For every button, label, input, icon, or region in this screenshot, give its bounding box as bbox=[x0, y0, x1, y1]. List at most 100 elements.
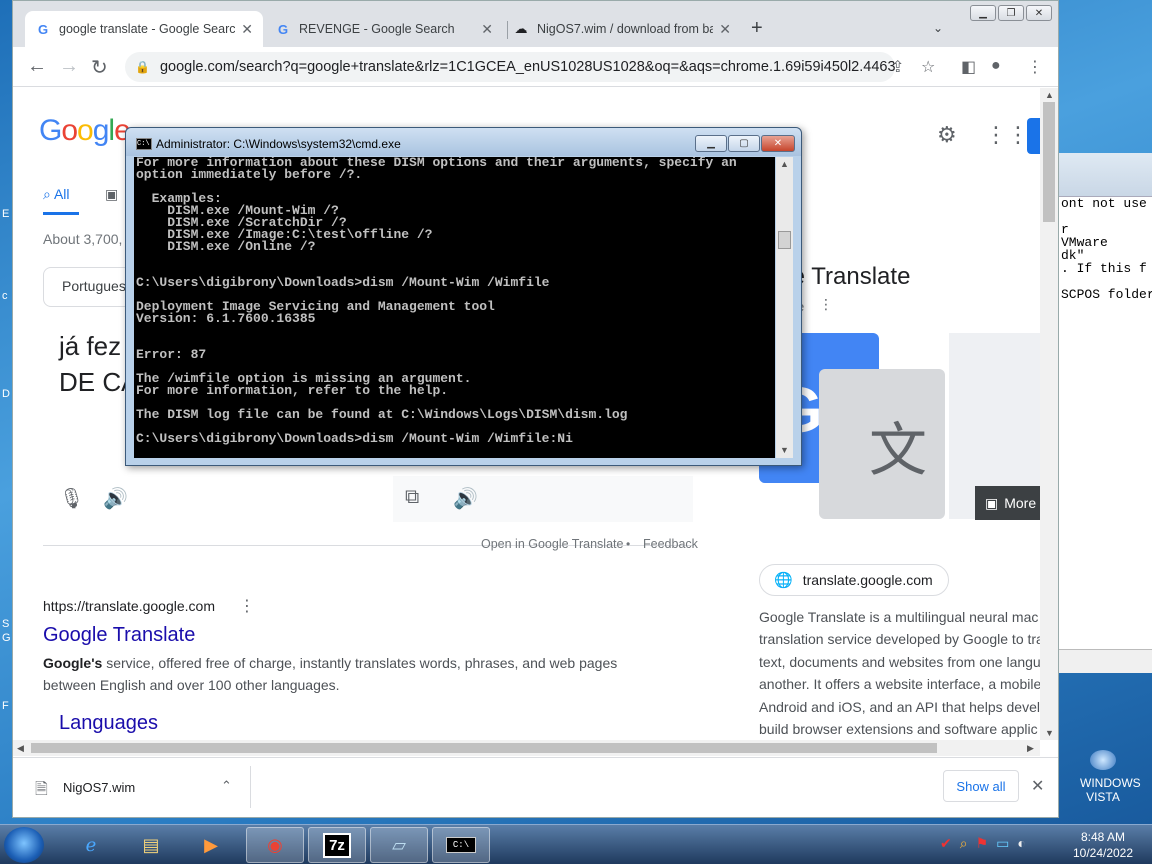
lock-icon: 🔒 bbox=[135, 60, 150, 74]
new-tab-icon[interactable]: + bbox=[751, 17, 763, 40]
sign-in-button[interactable] bbox=[1027, 118, 1040, 154]
kebab-menu-icon[interactable]: ⋮ bbox=[239, 596, 255, 616]
globe-icon: 🌐 bbox=[774, 572, 793, 589]
address-bar[interactable]: 🔒 google.com/search?q=google+translate&r… bbox=[125, 52, 895, 82]
close-window-icon[interactable]: ✕ bbox=[761, 135, 795, 152]
vista-label: VISTA bbox=[1086, 790, 1120, 804]
result-title-link[interactable]: Google Translate bbox=[43, 624, 195, 647]
notepad-icon[interactable]: ▱ bbox=[370, 827, 428, 863]
start-orb-button[interactable] bbox=[4, 827, 44, 863]
console-output[interactable]: For more information about these DISM op… bbox=[134, 157, 775, 458]
network-icon[interactable]: ▭ bbox=[996, 835, 1009, 852]
checkmark-icon[interactable]: ✔ bbox=[940, 835, 952, 852]
scroll-thumb[interactable] bbox=[1043, 102, 1055, 222]
magnifier-icon[interactable]: ⌕ bbox=[960, 835, 968, 852]
scroll-down-icon[interactable]: ▼ bbox=[1045, 728, 1054, 738]
desktop-icon-label: D bbox=[2, 388, 10, 400]
bookmark-star-icon[interactable]: ☆ bbox=[921, 57, 935, 77]
notepad-titlebar[interactable] bbox=[1059, 153, 1152, 197]
back-arrow-icon[interactable]: ← bbox=[27, 55, 47, 78]
result-url[interactable]: https://translate.google.com bbox=[43, 598, 215, 614]
cmd-window[interactable]: C:\ Administrator: C:\Windows\system32\c… bbox=[125, 127, 802, 466]
scroll-left-icon[interactable]: ◀ bbox=[17, 743, 24, 754]
clock-time: 8:48 AM bbox=[1080, 830, 1126, 844]
speaker-icon[interactable]: 🔊 bbox=[103, 486, 128, 511]
scroll-right-icon[interactable]: ▶ bbox=[1027, 743, 1034, 754]
share-icon[interactable]: ⇪ bbox=[891, 57, 904, 77]
microphone-icon[interactable]: 🎙 bbox=[59, 486, 84, 511]
scroll-up-icon[interactable]: ▲ bbox=[780, 159, 789, 169]
windows-vista-logo[interactable]: WINDOWS VISTA bbox=[1080, 750, 1141, 804]
close-tab-icon[interactable]: ✕ bbox=[481, 21, 493, 38]
copy-icon[interactable]: ⧉ bbox=[405, 486, 419, 509]
volume-icon[interactable]: ◐ bbox=[1017, 835, 1025, 852]
7zip-icon[interactable]: 7z bbox=[308, 827, 366, 863]
feedback-link[interactable]: Feedback bbox=[643, 537, 698, 551]
restore-icon[interactable]: ❐ bbox=[998, 5, 1024, 21]
side-panel-icon[interactable]: ◧ bbox=[961, 57, 976, 77]
close-window-icon[interactable]: ✕ bbox=[1026, 5, 1052, 21]
google-logo[interactable]: Google bbox=[39, 114, 131, 148]
speaker-icon[interactable]: 🔊 bbox=[453, 486, 478, 511]
image-icon[interactable]: ▣ bbox=[105, 186, 118, 203]
cmd-icon[interactable]: C:\ bbox=[432, 827, 490, 863]
system-clock[interactable]: 8:48 AM 10/24/2022 bbox=[1068, 829, 1138, 861]
search-tab-all[interactable]: ⌕ All bbox=[43, 186, 70, 203]
profile-avatar-icon[interactable]: ● bbox=[991, 57, 1001, 75]
tab-nigos7-download[interactable]: ☁ NigOS7.wim / download from ba ✕ bbox=[503, 11, 741, 47]
chevron-down-icon[interactable]: ⌄ bbox=[933, 21, 943, 35]
desktop-icon-label: c bbox=[2, 290, 8, 302]
show-all-button[interactable]: Show all bbox=[943, 770, 1019, 802]
sitelink-languages[interactable]: Languages bbox=[59, 712, 158, 735]
minimize-icon[interactable]: ▁ bbox=[970, 5, 996, 21]
chrome-icon[interactable]: ◉ bbox=[246, 827, 304, 863]
vertical-scrollbar[interactable]: ▲ ▼ bbox=[1040, 88, 1058, 740]
kebab-menu-icon[interactable]: ⋮ bbox=[819, 296, 833, 313]
horizontal-scrollbar[interactable]: ◀ ▶ bbox=[13, 740, 1040, 756]
vista-orb-icon bbox=[1090, 750, 1116, 770]
tab-revenge[interactable]: G REVENGE - Google Search ✕ bbox=[265, 11, 503, 47]
cmd-scrollbar[interactable]: ▲ ▼ bbox=[776, 157, 793, 458]
chevron-up-icon[interactable]: ⌃ bbox=[221, 778, 232, 794]
open-in-translate-link[interactable]: Open in Google Translate bbox=[481, 537, 623, 551]
more-images-button[interactable]: ▣ More bbox=[975, 486, 1040, 520]
apps-grid-icon[interactable]: ⋮⋮ bbox=[985, 122, 1029, 148]
7zip-label: 7z bbox=[323, 832, 351, 858]
tab-title: google translate - Google Search bbox=[59, 22, 236, 36]
forward-arrow-icon[interactable]: → bbox=[59, 55, 79, 78]
desktop-icon-label: F bbox=[2, 700, 9, 712]
notepad-text[interactable]: ont not use r VMware dk" . If this f SCP… bbox=[1059, 197, 1152, 301]
desktop-icon-label: E bbox=[2, 208, 10, 220]
notepad-window[interactable]: ont not use r VMware dk" . If this f SCP… bbox=[1058, 153, 1152, 673]
cmd-icon: C:\ bbox=[136, 138, 152, 150]
scroll-thumb[interactable] bbox=[778, 231, 791, 249]
website-chip[interactable]: 🌐 translate.google.com bbox=[759, 564, 949, 596]
taskbar: ℯ ▤ ▶ ◉ 7z ▱ C:\ ✔ ⌕ ⚑ ▭ ◐ 8:48 AM 10/24… bbox=[0, 824, 1152, 864]
file-explorer-icon[interactable]: ▤ bbox=[122, 827, 180, 863]
download-filename[interactable]: NigOS7.wim bbox=[63, 780, 135, 795]
knowledge-panel-description: Google Translate is a multilingual neura… bbox=[759, 609, 1040, 738]
flag-icon[interactable]: ⚑ bbox=[976, 835, 989, 852]
tab-google-translate[interactable]: G google translate - Google Search ✕ bbox=[25, 11, 263, 47]
scroll-thumb[interactable] bbox=[31, 743, 937, 753]
active-tab-underline bbox=[43, 212, 79, 215]
reload-icon[interactable]: ↻ bbox=[91, 55, 108, 80]
tab-title: NigOS7.wim / download from ba bbox=[537, 22, 714, 36]
maximize-icon[interactable]: ▢ bbox=[728, 135, 760, 152]
vista-label: WINDOWS bbox=[1080, 776, 1141, 790]
scroll-down-icon[interactable]: ▼ bbox=[780, 445, 789, 455]
cmd-titlebar[interactable]: C:\ Administrator: C:\Windows\system32\c… bbox=[126, 128, 801, 156]
media-player-icon[interactable]: ▶ bbox=[182, 827, 240, 863]
internet-explorer-icon[interactable]: ℯ bbox=[62, 827, 120, 863]
gear-icon[interactable]: ⚙ bbox=[937, 122, 957, 148]
close-tab-icon[interactable]: ✕ bbox=[241, 21, 253, 38]
desktop-icon-label: S bbox=[2, 618, 10, 630]
scroll-up-icon[interactable]: ▲ bbox=[1045, 90, 1054, 100]
kebab-menu-icon[interactable]: ⋮ bbox=[1027, 57, 1043, 77]
search-icon: ⌕ bbox=[43, 186, 51, 202]
tab-all-label: All bbox=[53, 186, 70, 202]
close-tab-icon[interactable]: ✕ bbox=[719, 21, 731, 38]
browser-toolbar: ← → ↻ 🔒 google.com/search?q=google+trans… bbox=[13, 47, 1058, 87]
minimize-icon[interactable]: ▁ bbox=[695, 135, 727, 152]
close-icon[interactable]: ✕ bbox=[1031, 776, 1044, 796]
